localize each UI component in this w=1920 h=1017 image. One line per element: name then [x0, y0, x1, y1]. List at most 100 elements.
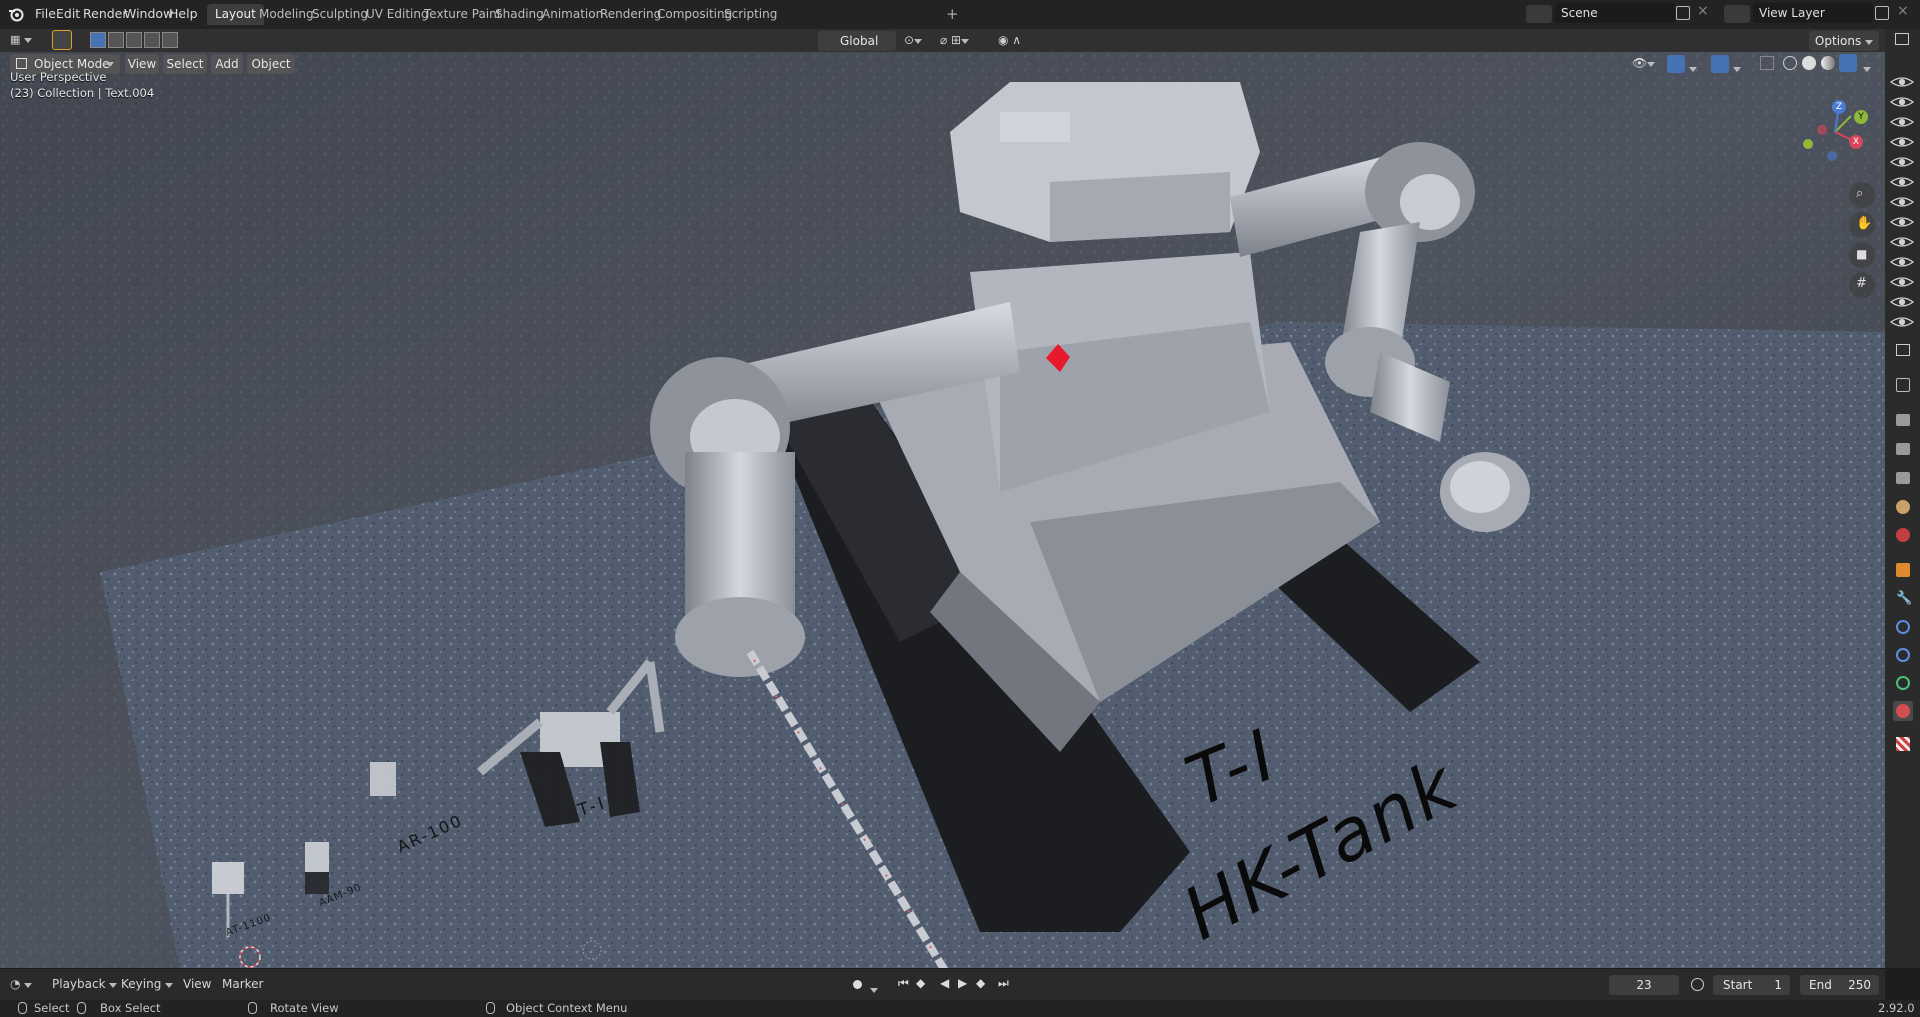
select-mode-extend-icon[interactable]: [108, 32, 124, 48]
outliner-editor-icon[interactable]: [1895, 33, 1909, 45]
menu-marker[interactable]: Marker: [222, 977, 263, 991]
scene-properties-icon[interactable]: [1896, 500, 1910, 514]
start-value: 1: [1774, 978, 1782, 992]
collection-label: (23) Collection | Text.004: [10, 86, 155, 100]
pan-hand-icon[interactable]: ✋: [1849, 212, 1875, 238]
status-bar: Select Box Select Rotate View Object Con…: [0, 1000, 1920, 1017]
play-reverse-icon[interactable]: ◀: [940, 976, 949, 990]
gizmo-y-label: Y: [1854, 110, 1868, 124]
menu-playback[interactable]: Playback: [52, 977, 118, 991]
options-label: Options: [1814, 34, 1862, 48]
close-view-layer-icon[interactable]: ×: [1897, 3, 1909, 19]
record-icon[interactable]: [853, 980, 862, 989]
options-dropdown[interactable]: Options: [1809, 31, 1879, 51]
close-icon[interactable]: ×: [1697, 3, 1709, 19]
end-frame-field[interactable]: End 250: [1800, 975, 1879, 995]
menu-view[interactable]: View: [125, 54, 159, 74]
ortho-grid-icon[interactable]: #: [1849, 272, 1875, 298]
play-icon[interactable]: ▶: [958, 976, 967, 990]
gizmo-dropdown-icon[interactable]: [1689, 61, 1697, 75]
zoom-icon[interactable]: ⌕: [1849, 182, 1875, 208]
record-dropdown-icon[interactable]: [870, 982, 878, 996]
gizmo-x-label: X: [1849, 135, 1863, 149]
prev-keyframe-icon[interactable]: ◆: [916, 976, 925, 990]
overlays-toggle-icon[interactable]: [1711, 55, 1729, 73]
tab-scripting[interactable]: Scripting: [716, 4, 785, 25]
blender-logo-icon[interactable]: [8, 6, 24, 22]
timeline-header: ◔ Playback Keying View Marker ⏮ ◆ ◀ ▶ ◆ …: [0, 968, 1885, 1001]
mouse-left-icon: [18, 1002, 27, 1014]
menu-file[interactable]: File: [35, 5, 56, 23]
tool-select-icon[interactable]: [52, 30, 72, 50]
menu-object[interactable]: Object: [247, 54, 295, 74]
xray-icon[interactable]: [1760, 56, 1774, 70]
next-keyframe-icon[interactable]: ◆: [976, 976, 985, 990]
proportional-edit-icon[interactable]: ◉ ∧: [998, 33, 1040, 48]
version-label: 2.92.0: [1878, 1001, 1915, 1015]
properties-editor-icon[interactable]: [1896, 344, 1910, 356]
start-label: Start: [1723, 978, 1753, 992]
shading-solid-icon[interactable]: [1802, 56, 1816, 70]
shading-dropdown-icon[interactable]: [1863, 61, 1871, 75]
visibility-icon[interactable]: 👁: [1632, 56, 1660, 72]
add-workspace-icon[interactable]: +: [946, 5, 959, 23]
status-box-select: Box Select: [100, 1001, 161, 1015]
mouse-middle-icon: [248, 1002, 257, 1014]
overlays-dropdown-icon[interactable]: [1733, 61, 1741, 75]
menu-help[interactable]: Help: [169, 5, 198, 23]
constraints-properties-icon[interactable]: [1896, 676, 1910, 690]
object-mode-icon: [16, 58, 27, 69]
texture-properties-icon[interactable]: [1896, 737, 1910, 751]
jump-end-icon[interactable]: ⏭: [998, 976, 1009, 991]
scene-browse-icon[interactable]: [1526, 5, 1552, 23]
select-mode-invert-icon[interactable]: [144, 32, 160, 48]
playback-label: Playback: [52, 977, 106, 991]
shading-rendered-icon[interactable]: [1839, 54, 1857, 72]
menu-window[interactable]: Window: [124, 5, 173, 23]
current-frame-field[interactable]: 23: [1609, 975, 1679, 995]
output-properties-icon[interactable]: [1896, 443, 1910, 455]
3d-viewport[interactable]: T-I HK-Tank T-I AR-100 AAM-90 AT-1100 Ob…: [0, 52, 1885, 968]
object-properties-icon[interactable]: [1896, 563, 1910, 577]
particles-properties-icon[interactable]: [1896, 620, 1910, 634]
tool-properties-icon[interactable]: [1896, 378, 1910, 392]
select-mode-subtract-icon[interactable]: [126, 32, 142, 48]
orientation-dropdown[interactable]: Global: [818, 31, 896, 51]
select-mode-new-icon[interactable]: [90, 32, 106, 48]
pivot-icon[interactable]: ⊙: [904, 33, 934, 48]
modifier-properties-icon[interactable]: 🔧: [1896, 592, 1912, 606]
menu-edit[interactable]: Edit: [56, 5, 80, 23]
end-label: End: [1809, 978, 1832, 992]
material-properties-icon[interactable]: [1893, 701, 1913, 721]
view-layer-browse-icon[interactable]: [1724, 5, 1750, 23]
status-select: Select: [34, 1001, 70, 1015]
gizmo-toggle-icon[interactable]: [1667, 55, 1685, 73]
timeline-editor-type-icon[interactable]: ◔: [10, 977, 33, 991]
view-layer-field[interactable]: View Layer: [1753, 3, 1873, 23]
outliner-visibility-column: [1889, 77, 1915, 327]
menu-select[interactable]: Select: [163, 54, 207, 74]
new-view-layer-icon[interactable]: [1875, 6, 1889, 20]
render-properties-icon[interactable]: [1896, 414, 1910, 426]
viewport-scene: [0, 52, 1885, 968]
stopwatch-icon[interactable]: [1691, 978, 1704, 991]
scene-field[interactable]: Scene: [1555, 3, 1675, 23]
keying-label: Keying: [121, 977, 162, 991]
editor-type-icon[interactable]: ▦: [10, 33, 38, 48]
menu-add[interactable]: Add: [211, 54, 243, 74]
shading-material-icon[interactable]: [1821, 56, 1835, 70]
top-bar: File Edit Render Window Help Layout Mode…: [0, 0, 1920, 29]
menu-render[interactable]: Render: [83, 5, 128, 23]
menu-timeline-view[interactable]: View: [183, 977, 211, 991]
menu-keying[interactable]: Keying: [121, 977, 174, 991]
snap-icon[interactable]: ⌀ ⊞: [940, 33, 984, 48]
jump-start-icon[interactable]: ⏮: [898, 976, 909, 991]
physics-properties-icon[interactable]: [1896, 648, 1910, 662]
select-mode-intersect-icon[interactable]: [162, 32, 178, 48]
new-scene-icon[interactable]: [1676, 6, 1690, 20]
camera-view-icon[interactable]: ■: [1849, 242, 1875, 268]
world-properties-icon[interactable]: [1896, 528, 1910, 542]
view-layer-properties-icon[interactable]: [1896, 472, 1910, 484]
start-frame-field[interactable]: Start 1: [1713, 975, 1790, 995]
shading-wireframe-icon[interactable]: [1783, 56, 1797, 70]
